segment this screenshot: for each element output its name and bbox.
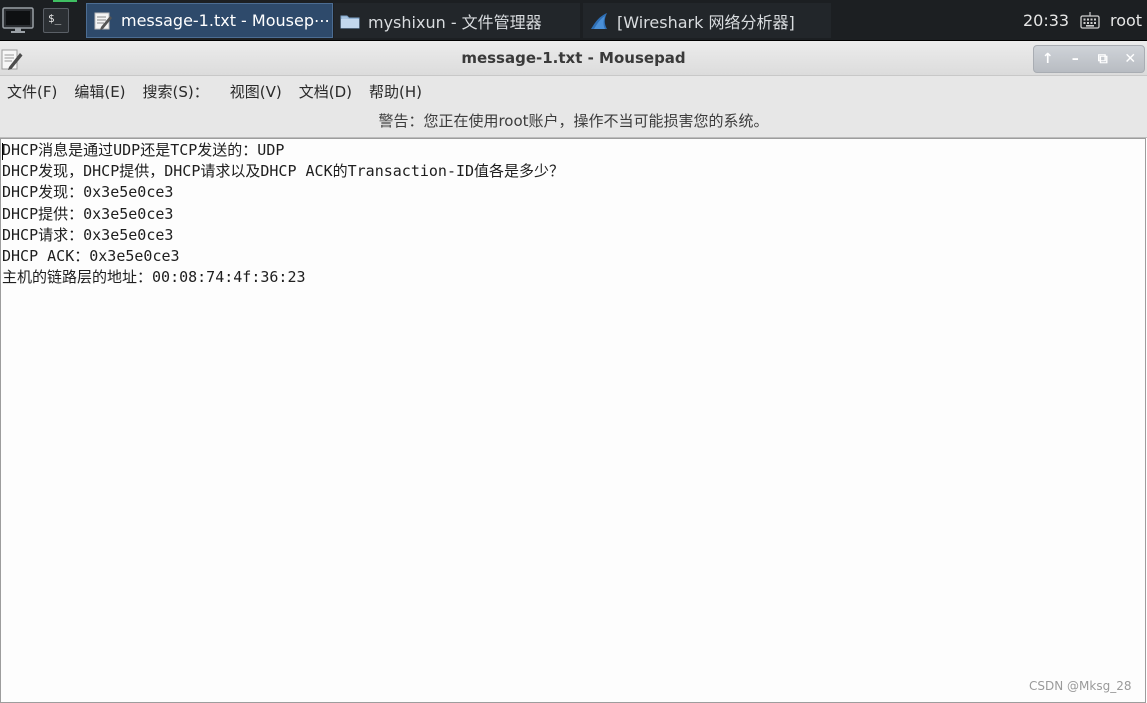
menu-search[interactable]: 搜索(S)： <box>136 81 219 102</box>
document-line: DHCP消息是通过UDP还是TCP发送的：UDP <box>2 141 285 159</box>
taskbar-task-label: myshixun - 文件管理器 <box>368 12 542 32</box>
window-title: message-1.txt - Mousepad <box>461 49 686 67</box>
taskbar-task-label: message-1.txt - Mousep⋯ <box>121 11 330 30</box>
folder-icon <box>340 15 360 28</box>
minimize-window-icon[interactable]: – <box>1066 50 1084 68</box>
window-titlebar[interactable]: message-1.txt - Mousepad ↑ – ⧉ ✕ <box>0 41 1147 76</box>
root-warning-banner: 警告：您正在使用root账户，操作不当可能损害您的系统。 <box>0 106 1147 138</box>
document-line: 主机的链路层的地址：00:08:74:4f:36:23 <box>2 268 306 287</box>
text-editor-area[interactable]: DHCP消息是通过UDP还是TCP发送的：UDP DHCP发现，DHCP提供，D… <box>0 138 1146 703</box>
menu-file[interactable]: 文件(F) <box>0 81 67 102</box>
text-editor-icon <box>94 12 112 30</box>
menu-view[interactable]: 视图(V) <box>223 81 292 102</box>
close-window-icon[interactable]: ✕ <box>1121 50 1139 68</box>
menu-document[interactable]: 文档(D) <box>292 81 362 102</box>
window-controls: ↑ – ⧉ ✕ <box>1033 45 1145 73</box>
menu-help[interactable]: 帮助(H) <box>362 81 432 102</box>
document-line: DHCP ACK：0x3e5e0ce3 <box>2 247 180 266</box>
watermark: CSDN @Mksg_28 <box>1029 679 1132 693</box>
taskbar-task-wireshark[interactable]: [Wireshark 网络分析器] <box>583 3 831 38</box>
wireshark-fin-icon <box>591 12 607 29</box>
taskbar-task-label: [Wireshark 网络分析器] <box>617 12 795 32</box>
clock[interactable]: 20:33 <box>1023 11 1069 30</box>
document-line: DHCP请求：0x3e5e0ce3 <box>2 225 174 244</box>
menu-edit[interactable]: 编辑(E) <box>67 81 135 102</box>
document-line: DHCP发现：0x3e5e0ce3 <box>2 183 174 202</box>
taskbar: $_ message-1.txt - Mousep⋯ myshixun - 文件… <box>0 0 1147 41</box>
taskbar-task-file-manager[interactable]: myshixun - 文件管理器 <box>334 3 580 38</box>
document-line: DHCP提供：0x3e5e0ce3 <box>2 204 174 223</box>
terminal-launcher-icon[interactable]: $_ <box>43 8 69 33</box>
menubar: 文件(F) 编辑(E) 搜索(S)： 视图(V) 文档(D) 帮助(H) <box>0 76 1147 106</box>
shade-window-up-icon[interactable]: ↑ <box>1039 50 1057 68</box>
taskbar-task-mousepad[interactable]: message-1.txt - Mousep⋯ <box>86 3 333 38</box>
workspace-indicator <box>53 0 77 2</box>
restore-window-icon[interactable]: ⧉ <box>1094 50 1112 68</box>
keyboard-layout-icon[interactable] <box>1080 12 1100 30</box>
show-desktop-monitor-icon[interactable] <box>2 7 34 35</box>
user-menu[interactable]: root <box>1110 11 1142 30</box>
document-line: DHCP发现，DHCP提供，DHCP请求以及DHCP ACK的Transacti… <box>2 162 565 181</box>
text-cursor <box>2 143 3 160</box>
